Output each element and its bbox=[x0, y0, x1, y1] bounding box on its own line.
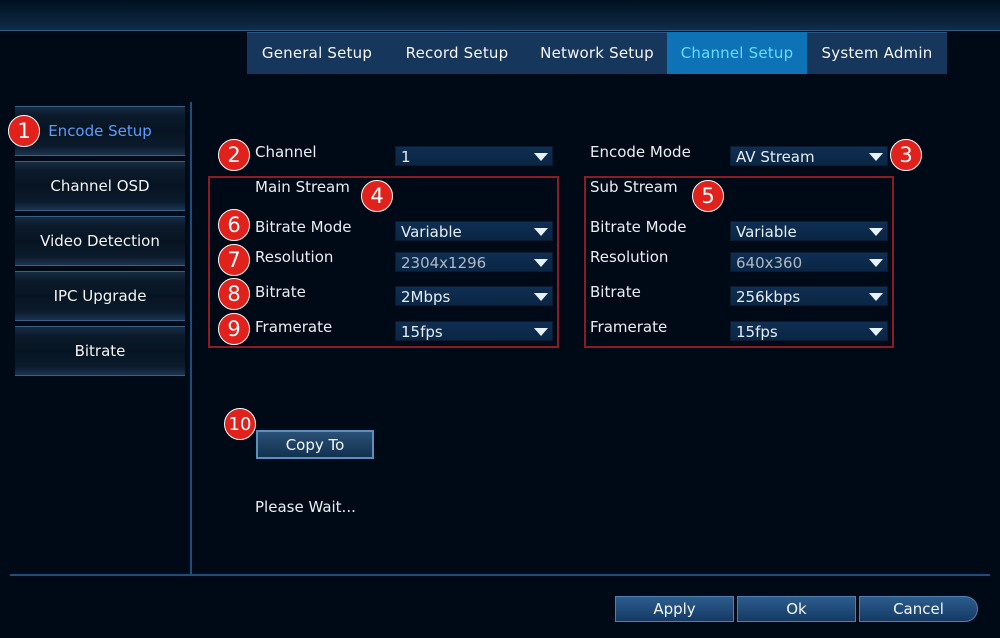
horizontal-divider bbox=[10, 574, 990, 576]
main-framerate-value: 15fps bbox=[401, 323, 443, 341]
chevron-down-icon bbox=[869, 228, 883, 236]
sub-framerate-value: 15fps bbox=[736, 323, 778, 341]
callout-badge: 1 bbox=[8, 115, 40, 147]
sub-bitrate-value: 256kbps bbox=[736, 288, 801, 306]
encode-mode-value: AV Stream bbox=[736, 148, 815, 166]
channel-value: 1 bbox=[401, 148, 411, 166]
main-framerate-select[interactable]: 15fps bbox=[395, 321, 553, 341]
callout-badge: 6 bbox=[218, 209, 250, 241]
sub-bitrate-mode-value: Variable bbox=[736, 223, 797, 241]
sub-bitrate-label: Bitrate bbox=[590, 283, 641, 301]
channel-label: Channel bbox=[255, 143, 317, 161]
callout-badge: 4 bbox=[361, 180, 393, 212]
sub-resolution-label: Resolution bbox=[590, 248, 669, 266]
main-bitrate-mode-label: Bitrate Mode bbox=[255, 218, 352, 236]
callout-badge: 5 bbox=[692, 180, 724, 212]
main-bitrate-mode-value: Variable bbox=[401, 223, 462, 241]
ok-button[interactable]: Ok bbox=[737, 596, 856, 622]
sub-stream-title: Sub Stream bbox=[590, 178, 678, 196]
callout-badge: 9 bbox=[218, 313, 250, 345]
chevron-down-icon bbox=[869, 293, 883, 301]
sub-bitrate-select[interactable]: 256kbps bbox=[730, 286, 888, 306]
sidebar-item-video-detection[interactable]: Video Detection bbox=[15, 216, 185, 266]
callout-badge: 2 bbox=[218, 139, 250, 171]
sub-framerate-select[interactable]: 15fps bbox=[730, 321, 888, 341]
sub-bitrate-mode-select[interactable]: Variable bbox=[730, 221, 888, 241]
callout-badge: 8 bbox=[218, 278, 250, 310]
main-stream-title: Main Stream bbox=[255, 178, 350, 196]
callout-badge: 10 bbox=[224, 408, 256, 440]
apply-button[interactable]: Apply bbox=[615, 596, 734, 622]
callout-badge: 7 bbox=[218, 244, 250, 276]
status-text: Please Wait... bbox=[255, 498, 356, 516]
sub-bitrate-mode-label: Bitrate Mode bbox=[590, 218, 687, 236]
vertical-divider bbox=[190, 102, 192, 574]
tab-general-setup[interactable]: General Setup bbox=[247, 32, 387, 74]
chevron-down-icon bbox=[534, 228, 548, 236]
channel-select[interactable]: 1 bbox=[395, 146, 553, 166]
sidebar-item-ipc-upgrade[interactable]: IPC Upgrade bbox=[15, 271, 185, 321]
tab-channel-setup[interactable]: Channel Setup bbox=[667, 32, 807, 74]
main-resolution-select[interactable]: 2304x1296 bbox=[395, 252, 553, 272]
cancel-button[interactable]: Cancel bbox=[859, 596, 978, 622]
copy-to-button[interactable]: Copy To bbox=[256, 430, 374, 459]
sidebar-item-channel-osd[interactable]: Channel OSD bbox=[15, 161, 185, 211]
chevron-down-icon bbox=[534, 153, 548, 161]
tab-system-admin[interactable]: System Admin bbox=[807, 32, 947, 74]
main-resolution-label: Resolution bbox=[255, 248, 334, 266]
tab-network-setup[interactable]: Network Setup bbox=[527, 32, 667, 74]
encode-mode-select[interactable]: AV Stream bbox=[730, 146, 888, 166]
chevron-down-icon bbox=[869, 328, 883, 336]
main-bitrate-value: 2Mbps bbox=[401, 288, 451, 306]
chevron-down-icon bbox=[869, 153, 883, 161]
main-bitrate-label: Bitrate bbox=[255, 283, 306, 301]
sidebar-item-bitrate[interactable]: Bitrate bbox=[15, 326, 185, 376]
main-bitrate-select[interactable]: 2Mbps bbox=[395, 286, 553, 306]
chevron-down-icon bbox=[534, 328, 548, 336]
main-bitrate-mode-select[interactable]: Variable bbox=[395, 221, 553, 241]
title-bar bbox=[0, 0, 1000, 31]
tab-bar: General Setup Record Setup Network Setup… bbox=[247, 32, 947, 74]
sub-resolution-select[interactable]: 640x360 bbox=[730, 252, 888, 272]
sub-framerate-label: Framerate bbox=[590, 318, 668, 336]
sidebar-item-encode-setup[interactable]: Encode Setup bbox=[15, 106, 185, 156]
sub-resolution-value: 640x360 bbox=[736, 254, 803, 272]
chevron-down-icon bbox=[869, 259, 883, 267]
encode-mode-label: Encode Mode bbox=[590, 143, 691, 161]
main-resolution-value: 2304x1296 bbox=[401, 254, 487, 272]
tab-record-setup[interactable]: Record Setup bbox=[387, 32, 527, 74]
main-framerate-label: Framerate bbox=[255, 318, 333, 336]
callout-badge: 3 bbox=[890, 139, 922, 171]
chevron-down-icon bbox=[534, 259, 548, 267]
chevron-down-icon bbox=[534, 293, 548, 301]
